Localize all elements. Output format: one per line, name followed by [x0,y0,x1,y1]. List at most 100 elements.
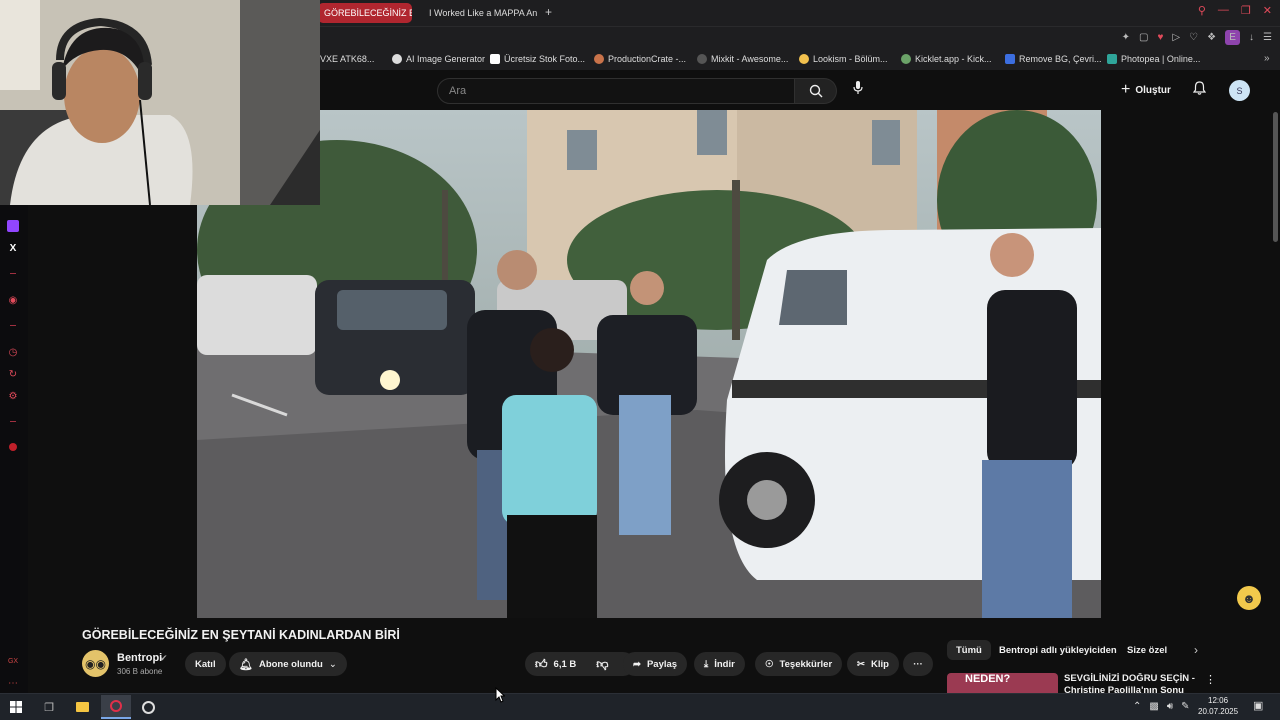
video-player[interactable] [197,110,1101,618]
bookmark-item[interactable]: Ücretsiz Stok Foto... [490,54,585,64]
bookmark-label: Photopea | Online... [1121,54,1201,64]
bookmark-item[interactable]: ProductionCrate -... [594,54,686,64]
kicklet-icon [901,54,911,64]
bookmark-item[interactable]: AI Image Generator [392,54,485,64]
close-icon[interactable]: ✕ [1263,4,1272,17]
subscribed-button[interactable]: 🔔︎ Abone olundu ⌄ [229,652,347,676]
mouse-cursor [495,686,506,708]
chip-label: Bentropi adlı yükleyiciden [999,644,1117,656]
chevron-down-icon: ⌄ [328,658,337,670]
chip-label: Tümü [956,644,982,656]
windows-start-icon[interactable] [8,699,24,715]
avatar[interactable]: S [1229,80,1250,101]
play-circle-icon[interactable]: ◉ [7,295,19,307]
tab-mappa[interactable]: I Worked Like a MAPPA An [418,3,540,23]
share-icon: ➦ [633,658,641,670]
dislike-icon[interactable]: 👎︎ [596,657,608,672]
clip-button[interactable]: ✂ Klip [847,652,899,676]
pocket-icon[interactable]: ♥ [1157,32,1163,43]
photopea-icon [1107,54,1117,64]
system-tray: ⌃ ▩ 🔊︎ ✎ [1133,701,1190,712]
thanks-icon: ☉ [765,658,774,670]
bookmark-item[interactable]: Photopea | Online... [1107,54,1200,64]
twitch-icon[interactable] [7,220,19,232]
recommendation-thumbnail[interactable]: NEDEN? [947,673,1058,693]
search-button[interactable] [795,78,837,104]
bookmarks-overflow-icon[interactable]: » [1264,53,1270,64]
join-button[interactable]: Katıl [185,652,226,676]
channel-avatar[interactable]: ◉◉ [82,650,109,677]
download-icon[interactable]: ↓ [1249,32,1254,43]
chip-all[interactable]: Tümü [947,640,991,660]
like-icon[interactable]: 👍︎ [535,657,548,672]
bookmark-item[interactable]: Remove BG, Çevri... [1005,54,1102,64]
bell-icon[interactable] [1192,81,1207,98]
pen-icon[interactable]: ✎ [1181,701,1189,712]
page-scrollbar-thumb[interactable] [1273,112,1278,242]
recommendation-more-icon[interactable]: ⋮ [1205,673,1216,686]
notifications-icon[interactable]: ▣ [1253,699,1263,712]
play-icon[interactable]: ▷ [1172,32,1180,43]
create-button[interactable]: + Oluştur [1121,81,1171,99]
extension-e-icon[interactable]: E [1225,30,1241,45]
download-button[interactable]: ⤓ İndir [694,652,745,676]
gx-icon[interactable]: GX [7,656,19,668]
taskbar-clock[interactable]: 12:06 20.07.2025 [1198,695,1238,717]
file-explorer-icon[interactable] [74,699,90,715]
verified-icon: ✔ [160,653,168,663]
more-actions-button[interactable]: ··· [903,652,933,676]
download-label: İndir [714,658,735,670]
stock-photo-icon [490,54,500,64]
network-icon[interactable]: ▩ [1149,701,1158,712]
toolbar-icons: ✦ ▢ ♥ ▷ ♡ ❖ E ↓ ☰ [1122,30,1272,45]
thanks-label: Teşekkürler [779,658,833,670]
extensions-icon[interactable]: ❖ [1207,32,1216,43]
bookmark-label: ProductionCrate -... [608,54,687,64]
recommendation-title[interactable]: SEVGİLİNİZİ DOĞRU SEÇİN - Christine Paol… [1064,673,1199,693]
search-icon[interactable]: ⚲ [1198,4,1206,17]
heart-icon[interactable]: ♡ [1189,32,1198,43]
removebg-icon [1005,54,1015,64]
thumbnail-text: NEDEN? [965,673,1011,685]
subscribed-label: Abone olundu [258,658,323,670]
search-input[interactable]: Ara [437,78,795,104]
pin-icon[interactable]: ✦ [1122,32,1130,43]
productioncrate-icon [594,54,604,64]
new-tab-button[interactable]: + [545,5,552,19]
more-icon: ··· [913,658,923,670]
menu-icon[interactable]: ☰ [1263,32,1272,43]
more-icon[interactable]: ⋯ [7,678,19,690]
share-button[interactable]: ➦ Paylaş [623,652,688,676]
divider [10,421,16,422]
volume-icon[interactable]: 🔊︎ [1167,701,1173,712]
task-view-icon[interactable]: ❐ [41,699,57,715]
thanks-button[interactable]: ☉ Teşekkürler [755,652,843,676]
like-count[interactable]: 6,1 B [554,659,577,670]
bookmark-item[interactable]: Lookism - Bölüm... [799,54,888,64]
bookmark-item[interactable]: Mixkit - Awesome... [697,54,788,64]
chip-uploader[interactable]: Bentropi adlı yükleyiciden [990,640,1126,660]
restore-icon[interactable]: ❐ [1241,4,1251,17]
bookmark-label: VXE ATK68... [320,54,375,64]
loop-icon[interactable]: ↻ [7,369,19,381]
clip-label: Klip [870,658,889,670]
app-taskbar-icon[interactable] [140,699,156,715]
bell-icon: 🔔︎ [239,658,253,671]
x-icon[interactable]: X [7,243,19,255]
chip-for-you[interactable]: Size özel [1118,640,1176,660]
mic-icon[interactable] [853,81,863,98]
tray-overflow-icon[interactable]: ⌃ [1133,701,1141,712]
screenshot-icon[interactable]: ▢ [1139,32,1148,43]
bookmark-item[interactable]: Kicklet.app - Kick... [901,54,992,64]
clock-icon[interactable]: ◷ [7,347,19,359]
bookmark-item[interactable]: VXE ATK68... [320,54,374,64]
emoji-badge-icon: ☻ [1237,586,1261,610]
tab-active[interactable]: GÖREBİLECEĞİNİZ EN [318,3,412,23]
record-icon[interactable] [7,443,19,455]
channel-name[interactable]: Bentropi [117,652,162,664]
opera-gx-taskbar-icon[interactable] [101,695,131,719]
chevron-right-icon[interactable]: › [1194,643,1198,657]
minimize-icon[interactable]: — [1218,4,1229,17]
settings-icon[interactable]: ⚙ [7,391,19,403]
bookmark-label: Lookism - Bölüm... [813,54,888,64]
